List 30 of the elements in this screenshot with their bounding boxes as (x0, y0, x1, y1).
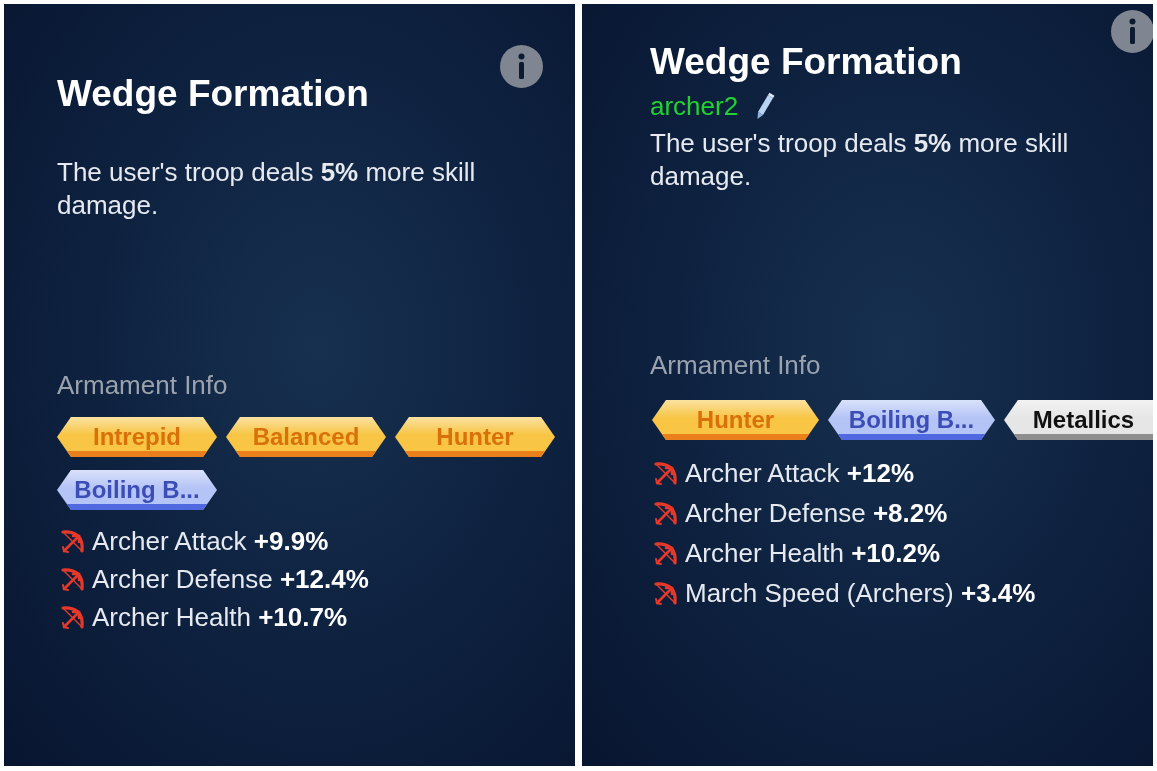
trait-tag: Metallics (1004, 400, 1153, 440)
section-heading: Armament Info (650, 350, 821, 380)
trait-tag: Boiling B... (828, 400, 995, 440)
trait-tag: Hunter (395, 417, 555, 457)
panel-title: Wedge Formation (57, 72, 369, 116)
stat-text: Archer Defense +8.2% (685, 498, 948, 528)
stat-text: Archer Attack +9.9% (92, 526, 329, 556)
bow-icon (653, 580, 679, 606)
bow-icon (60, 566, 86, 592)
stat-text: Archer Attack +12% (685, 458, 915, 488)
bow-icon (60, 604, 86, 630)
info-icon[interactable] (1111, 10, 1153, 53)
trait-tag: Boiling B... (57, 470, 217, 510)
preset-name: archer2 (650, 91, 739, 121)
stat-text: Archer Health +10.2% (685, 538, 941, 568)
stat-text: Archer Defense +12.4% (92, 564, 369, 594)
stat-text: March Speed (Archers) +3.4% (685, 578, 1036, 608)
info-icon[interactable] (500, 45, 543, 88)
bow-icon (60, 528, 86, 554)
panel-title: Wedge Formation (650, 40, 962, 84)
bow-icon (653, 540, 679, 566)
trait-tag: Balanced (226, 417, 386, 457)
stat-text: Archer Health +10.7% (92, 602, 348, 632)
trait-tag: Intrepid (57, 417, 217, 457)
skill-description: The user's troop deals 5% more skill damage. (650, 127, 1070, 193)
bow-icon (653, 500, 679, 526)
skill-description: The user's troop deals 5% more skill damage. (57, 156, 477, 222)
trait-tag: Hunter (652, 400, 819, 440)
section-heading: Armament Info (57, 370, 228, 400)
bow-icon (653, 460, 679, 486)
